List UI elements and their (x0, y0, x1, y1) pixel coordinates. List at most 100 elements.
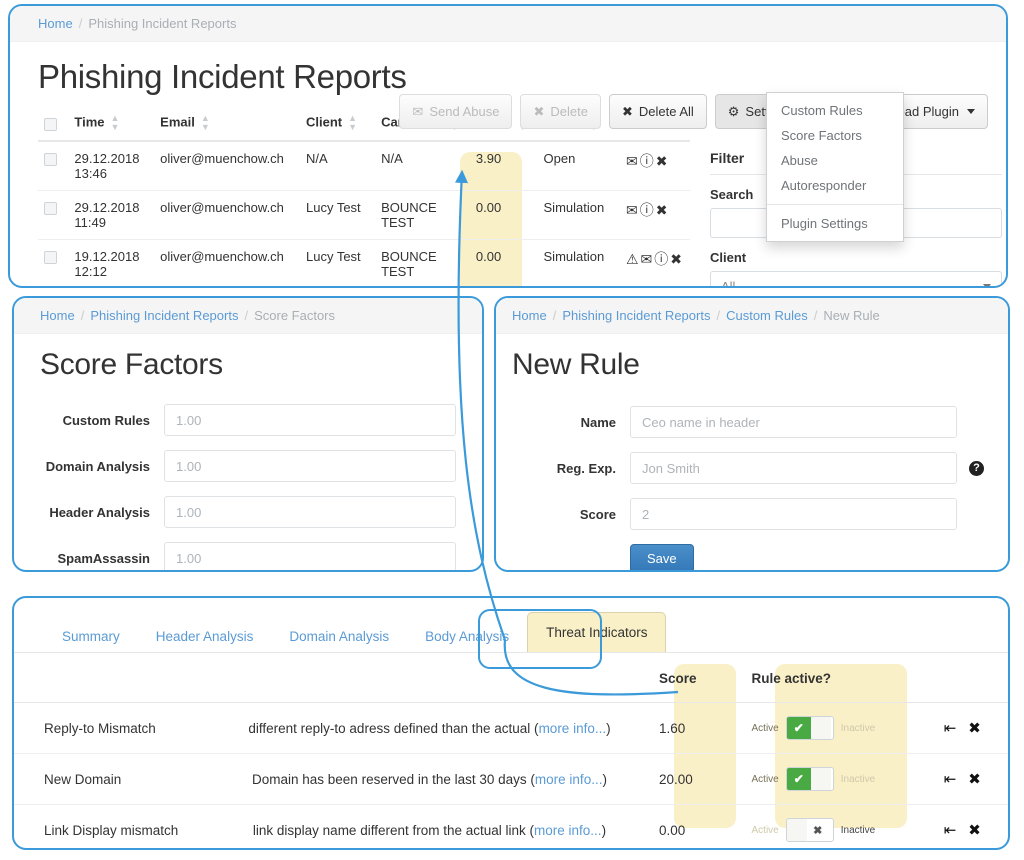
toggle-label-inactive: Inactive (840, 824, 876, 836)
row-time[interactable]: 29.12.2018 13:46 (68, 140, 155, 191)
row-client[interactable]: Lucy Test (299, 190, 376, 240)
row-email: oliver@muenchow.ch (154, 190, 300, 240)
envelope-icon: ✉ (412, 103, 424, 119)
row-score: 0.00 (469, 190, 538, 240)
delete-rule-icon[interactable]: ✖ (968, 719, 981, 737)
check-icon: ✔ (786, 717, 811, 739)
col-client[interactable]: Client ▲ ▼ (299, 106, 376, 142)
edit-rule-icon[interactable]: ⇤ (944, 770, 957, 788)
row-checkbox-cell[interactable] (38, 190, 69, 240)
indicator-name[interactable]: New Domain (14, 753, 222, 805)
toggle-switch[interactable]: Active ✖ Inactive (752, 818, 909, 842)
breadcrumb-home[interactable]: Home (38, 16, 73, 31)
delete-rule-icon[interactable]: ✖ (968, 821, 981, 839)
tab-body-analysis[interactable]: Body Analysis (407, 621, 527, 652)
row-status: Simulation (537, 239, 620, 286)
client-filter-select[interactable]: All (710, 271, 1002, 286)
score-input[interactable]: 2 (630, 498, 957, 530)
menu-item-autoresponder[interactable]: Autoresponder (767, 173, 903, 198)
toggle-switch[interactable]: Active ✔ Inactive (752, 767, 909, 791)
breadcrumb-home[interactable]: Home (512, 308, 547, 323)
rule-active-toggle-cell[interactable]: Active ✔ Inactive (743, 702, 917, 754)
envelope-icon[interactable]: ✉ (641, 251, 655, 267)
close-icon[interactable]: ✖ (656, 153, 670, 169)
delete-label: Delete (550, 104, 588, 119)
close-icon[interactable]: ✖ (670, 251, 684, 267)
table-row[interactable]: 29.12.2018 13:46 oliver@muenchow.ch N/A … (38, 140, 690, 191)
row-campaign[interactable]: BOUNCE TEST (375, 190, 470, 240)
toggle-control-on[interactable]: ✔ (785, 767, 834, 791)
col-email[interactable]: Email ▲ ▼ (154, 106, 300, 142)
spamassassin-input[interactable]: 1.00 (164, 542, 456, 570)
threat-indicators-table: Score Rule active? Reply-to Mismatch dif… (14, 653, 1008, 848)
table-row[interactable]: 29.12.2018 11:49 oliver@muenchow.ch Lucy… (38, 190, 690, 240)
menu-divider (767, 204, 903, 205)
delete-button[interactable]: ✖ Delete (520, 94, 601, 129)
close-icon[interactable]: ✖ (656, 202, 670, 218)
col-client-label: Client (305, 114, 343, 130)
row-client[interactable]: Lucy Test (299, 239, 376, 286)
custom-rules-input[interactable]: 1.00 (164, 404, 456, 436)
tab-threat-indicators[interactable]: Threat Indicators (527, 612, 667, 652)
breadcrumb-custom-rules[interactable]: Custom Rules (726, 308, 808, 323)
menu-item-abuse[interactable]: Abuse (767, 148, 903, 173)
more-info-link[interactable]: more info... (539, 721, 607, 736)
row-time[interactable]: 19.12.2018 12:12 (68, 239, 155, 286)
menu-item-plugin-settings[interactable]: Plugin Settings (767, 211, 903, 236)
clock-icon[interactable]: ⓘ (640, 153, 656, 169)
breadcrumb-home[interactable]: Home (40, 308, 75, 323)
indicator-name[interactable]: Link Display mismatch (14, 804, 222, 848)
checkbox-icon[interactable] (44, 153, 57, 167)
rule-active-toggle-cell[interactable]: Active ✖ Inactive (743, 804, 917, 848)
tab-header-analysis[interactable]: Header Analysis (138, 621, 272, 652)
delete-all-button[interactable]: ✖ Delete All (608, 94, 707, 129)
rule-active-toggle-cell[interactable]: Active ✔ Inactive (743, 753, 917, 805)
edit-rule-icon[interactable]: ⇤ (944, 719, 957, 737)
table-row[interactable]: 19.12.2018 12:12 oliver@muenchow.ch Lucy… (38, 239, 690, 286)
menu-item-custom-rules[interactable]: Custom Rules (767, 98, 903, 123)
breadcrumb-reports[interactable]: Phishing Incident Reports (562, 308, 710, 323)
header-analysis-input[interactable]: 1.00 (164, 496, 456, 528)
domain-analysis-input[interactable]: 1.00 (164, 450, 456, 482)
tab-summary[interactable]: Summary (44, 621, 138, 652)
row-checkbox-cell[interactable] (38, 239, 69, 286)
save-button[interactable]: Save (630, 544, 694, 570)
more-info-link[interactable]: more info... (534, 823, 602, 838)
page-title: Score Factors (40, 348, 223, 381)
edit-rule-icon[interactable]: ⇤ (944, 821, 957, 839)
col-time[interactable]: Time ▲ ▼ (68, 106, 155, 142)
delete-rule-icon[interactable]: ✖ (968, 770, 981, 788)
checkbox-icon[interactable] (44, 117, 57, 131)
toggle-control-on[interactable]: ✔ (785, 716, 834, 740)
row-campaign[interactable]: BOUNCE TEST (375, 239, 470, 286)
checkbox-icon[interactable] (44, 251, 57, 265)
name-input[interactable]: Ceo name in header (630, 406, 957, 438)
clock-icon[interactable]: ⓘ (654, 251, 670, 267)
clock-icon[interactable]: ⓘ (640, 202, 656, 218)
toggle-switch[interactable]: Active ✔ Inactive (752, 716, 909, 740)
col-score: Score (637, 653, 744, 703)
envelope-icon[interactable]: ✉ (626, 202, 640, 218)
row-action-icons[interactable]: ⚠✉ⓘ✖ (619, 239, 690, 286)
menu-item-score-factors[interactable]: Score Factors (767, 123, 903, 148)
breadcrumb: Home / Phishing Incident Reports (10, 6, 1006, 42)
col-description (221, 653, 637, 703)
row-time[interactable]: 29.12.2018 11:49 (68, 190, 155, 240)
send-abuse-button[interactable]: ✉ Send Abuse (399, 94, 513, 129)
indicator-name[interactable]: Reply-to Mismatch (14, 702, 222, 754)
indicator-score: 20.00 (637, 753, 744, 805)
help-icon[interactable]: ? (969, 460, 984, 476)
toggle-control-off[interactable]: ✖ (785, 818, 834, 842)
envelope-icon[interactable]: ✉ (626, 153, 640, 169)
tab-domain-analysis[interactable]: Domain Analysis (271, 621, 407, 652)
row-checkbox-cell[interactable] (38, 140, 69, 191)
chevron-down-icon (983, 283, 991, 286)
row-action-icons[interactable]: ✉ⓘ✖ (619, 190, 690, 240)
reg-exp-input[interactable]: Jon Smith (630, 452, 957, 484)
more-info-link[interactable]: more info... (535, 772, 603, 787)
row-action-icons[interactable]: ✉ⓘ✖ (619, 140, 690, 191)
select-all-header[interactable] (38, 106, 69, 142)
breadcrumb-reports[interactable]: Phishing Incident Reports (90, 308, 238, 323)
checkbox-icon[interactable] (44, 202, 57, 216)
warning-triangle-icon[interactable]: ⚠ (626, 251, 641, 267)
